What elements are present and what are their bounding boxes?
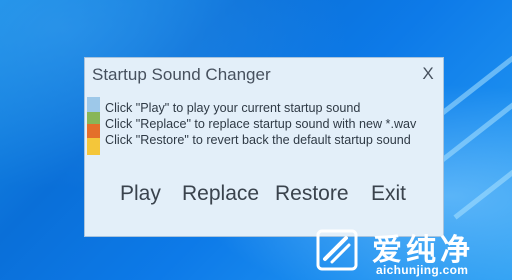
color-strip-blue <box>87 97 100 112</box>
color-strip-yellow <box>87 138 100 155</box>
instruction-restore: Click "Restore" to revert back the defau… <box>105 133 411 147</box>
site-watermark: 爱纯净 aichunjing.com <box>313 225 510 279</box>
startup-sound-changer-window: Startup Sound Changer X Click "Play" to … <box>84 57 444 237</box>
watermark-logo-icon <box>316 229 358 271</box>
restore-button[interactable]: Restore <box>275 180 355 208</box>
window-title: Startup Sound Changer <box>92 65 271 84</box>
watermark-domain: aichunjing.com <box>376 263 469 277</box>
instruction-play: Click "Play" to play your current startu… <box>105 101 361 115</box>
replace-button[interactable]: Replace <box>182 180 260 208</box>
exit-button[interactable]: Exit <box>371 180 413 208</box>
instruction-replace: Click "Replace" to replace startup sound… <box>105 117 417 131</box>
color-strip-green <box>87 112 100 124</box>
color-strip-orange <box>87 124 100 138</box>
close-button[interactable]: X <box>421 64 435 84</box>
play-button[interactable]: Play <box>120 180 166 208</box>
instructions-panel: Click "Play" to play your current startu… <box>85 95 443 155</box>
